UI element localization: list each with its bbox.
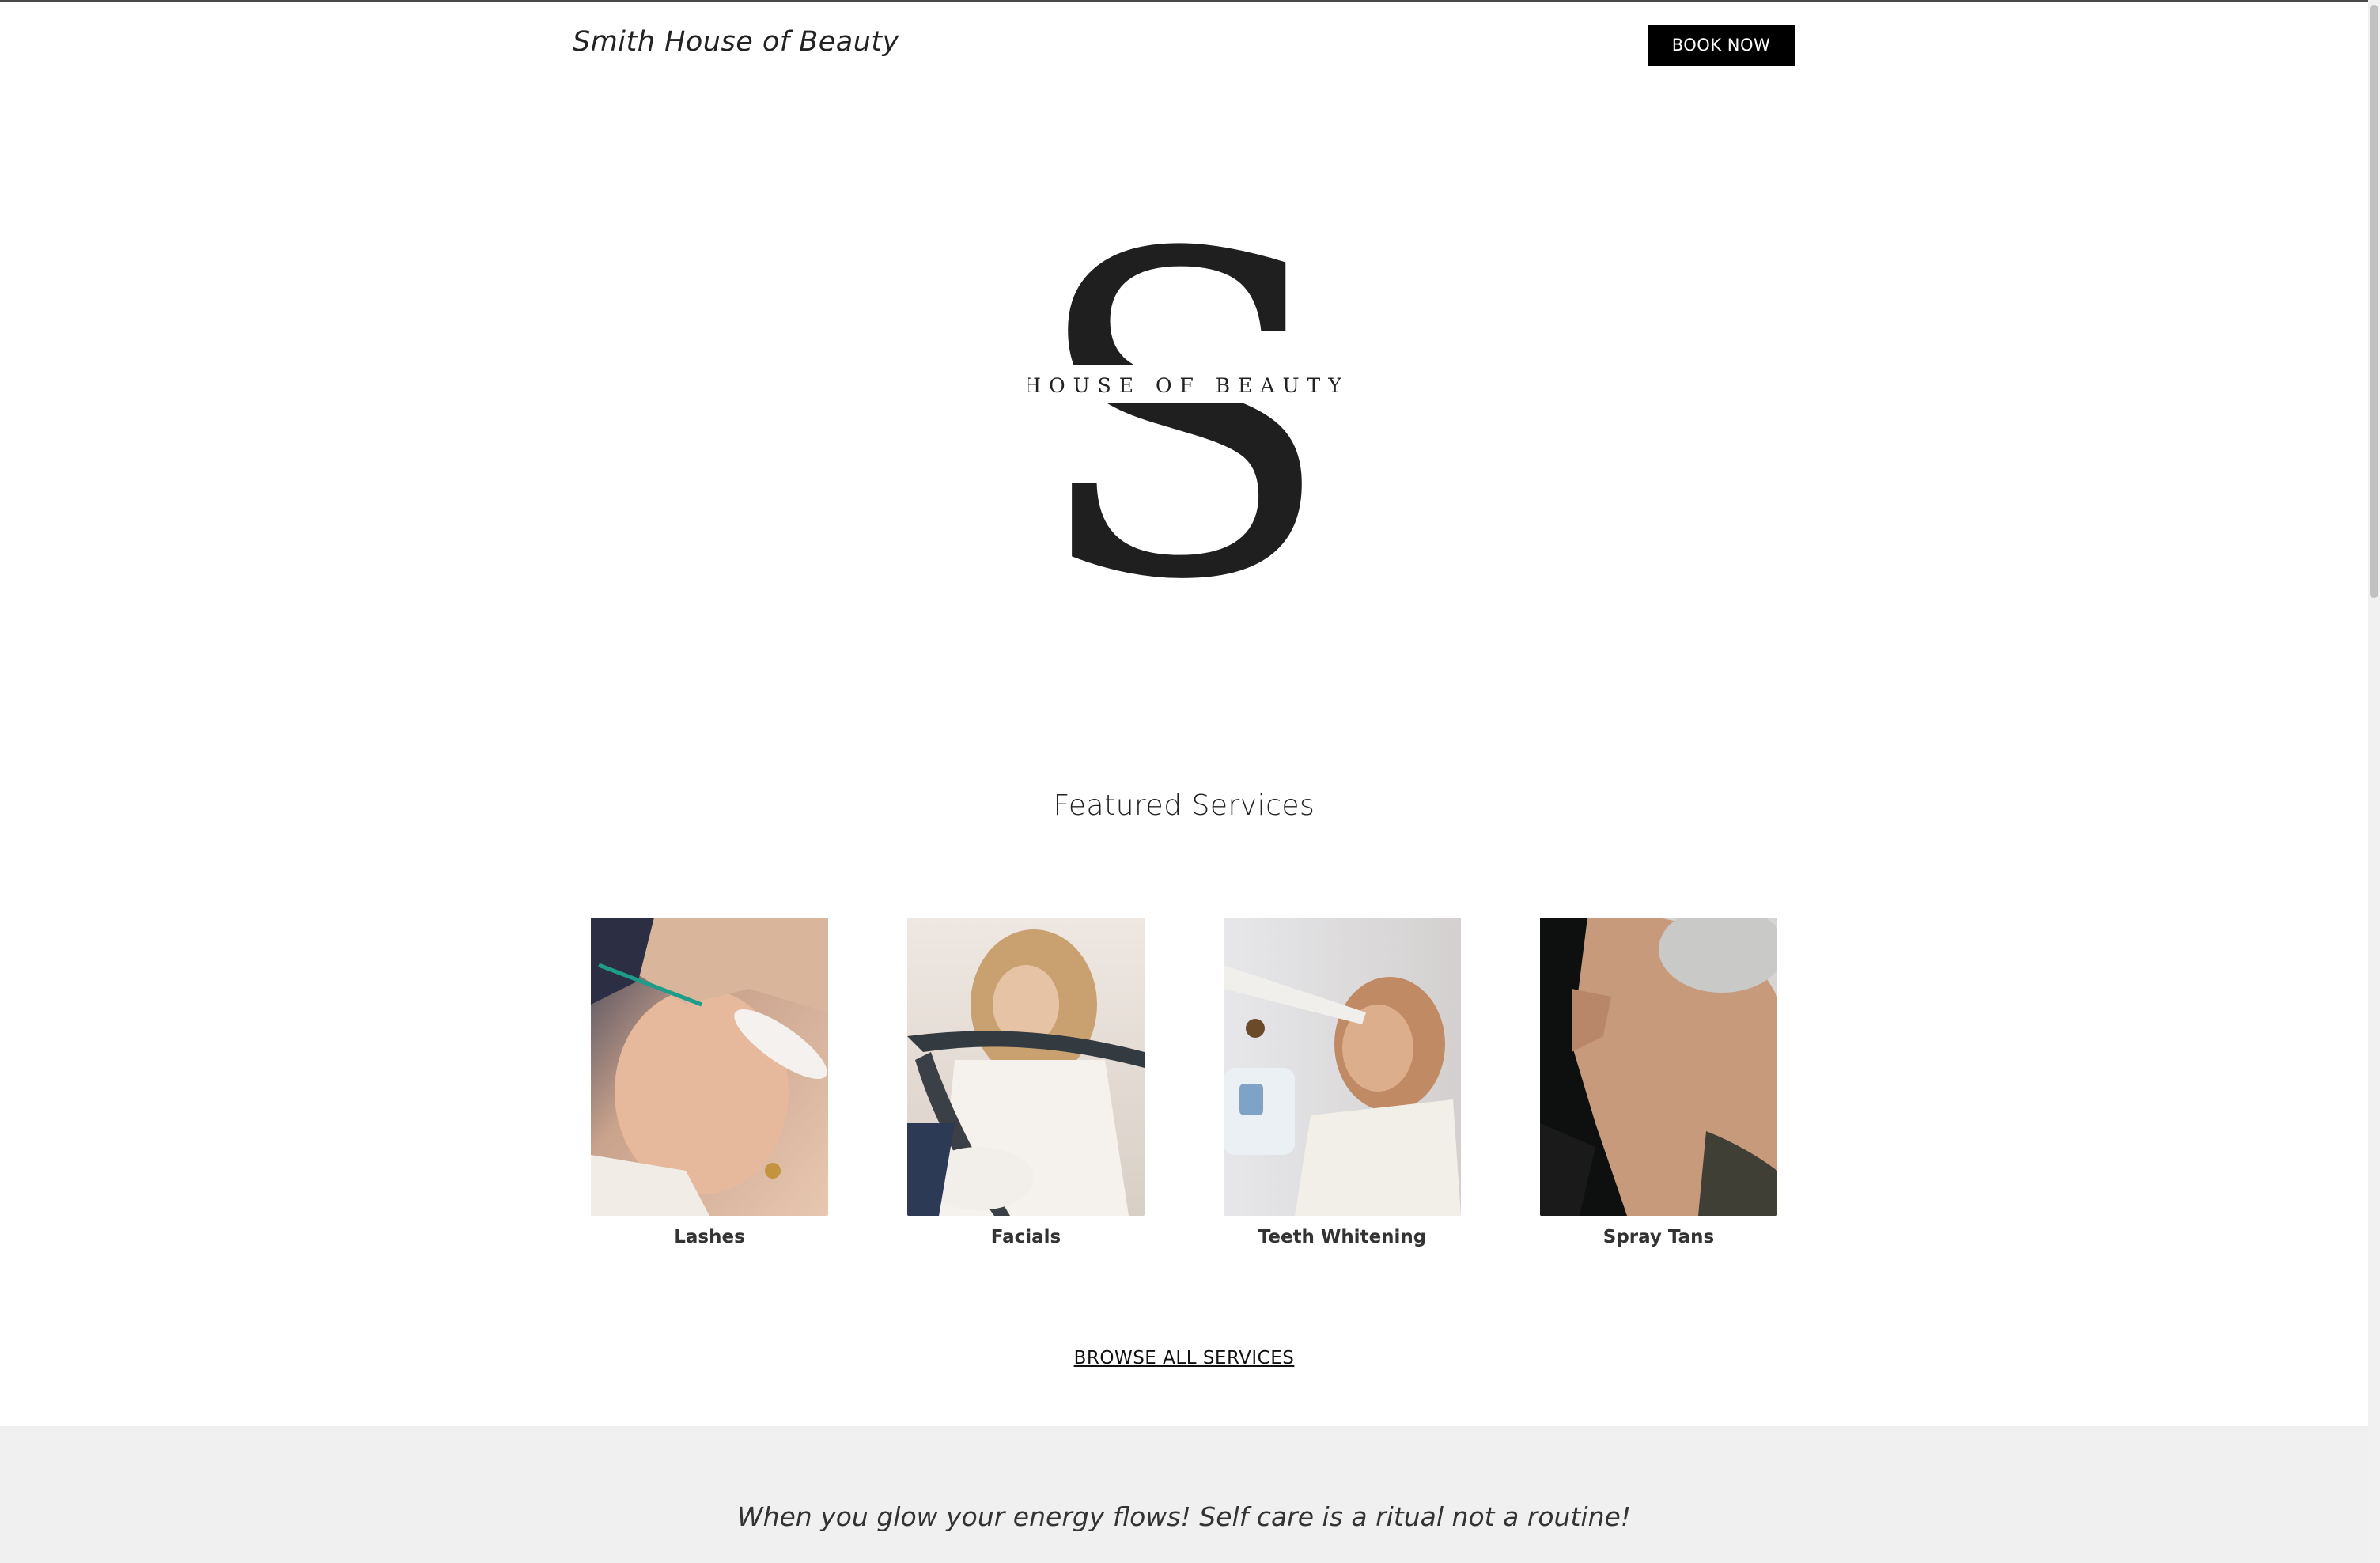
book-now-button[interactable]: BOOK NOW [1648, 25, 1795, 66]
lashes-photo[interactable] [591, 918, 828, 1216]
quote-band [0, 1426, 2368, 1563]
scrollbar-thumb[interactable] [2370, 5, 2378, 598]
spray-tans-photo[interactable] [1540, 918, 1777, 1216]
page: Smith House of Beauty BOOK NOW S HOUSE O… [0, 2, 2368, 1563]
service-card-spray-tans[interactable]: Spray Tans [1540, 918, 1777, 1247]
service-label-facials[interactable]: Facials [907, 1227, 1145, 1247]
featured-services-title: Featured Services [1053, 789, 1315, 822]
service-card-facials[interactable]: Facials [907, 918, 1145, 1247]
logo-tagline: HOUSE OF BEAUTY [1028, 374, 1345, 397]
teeth-whitening-photo[interactable] [1224, 918, 1461, 1216]
service-card-lashes[interactable]: Lashes [591, 918, 828, 1247]
quote-text: When you glow your energy flows! Self ca… [736, 1501, 1632, 1532]
svg-text:S: S [1031, 232, 1334, 588]
browse-all-services-link[interactable]: BROWSE ALL SERVICES [0, 1348, 2368, 1368]
site-title[interactable]: Smith House of Beauty [573, 26, 899, 58]
service-card-teeth-whitening[interactable]: Teeth Whitening [1224, 918, 1461, 1247]
service-label-teeth-whitening[interactable]: Teeth Whitening [1224, 1227, 1461, 1247]
service-label-spray-tans[interactable]: Spray Tans [1540, 1227, 1777, 1247]
brand-logo: S HOUSE OF BEAUTY [1024, 161, 1345, 677]
vertical-scrollbar[interactable] [2368, 0, 2380, 1563]
facials-photo[interactable] [907, 918, 1145, 1216]
service-label-lashes[interactable]: Lashes [591, 1227, 828, 1247]
